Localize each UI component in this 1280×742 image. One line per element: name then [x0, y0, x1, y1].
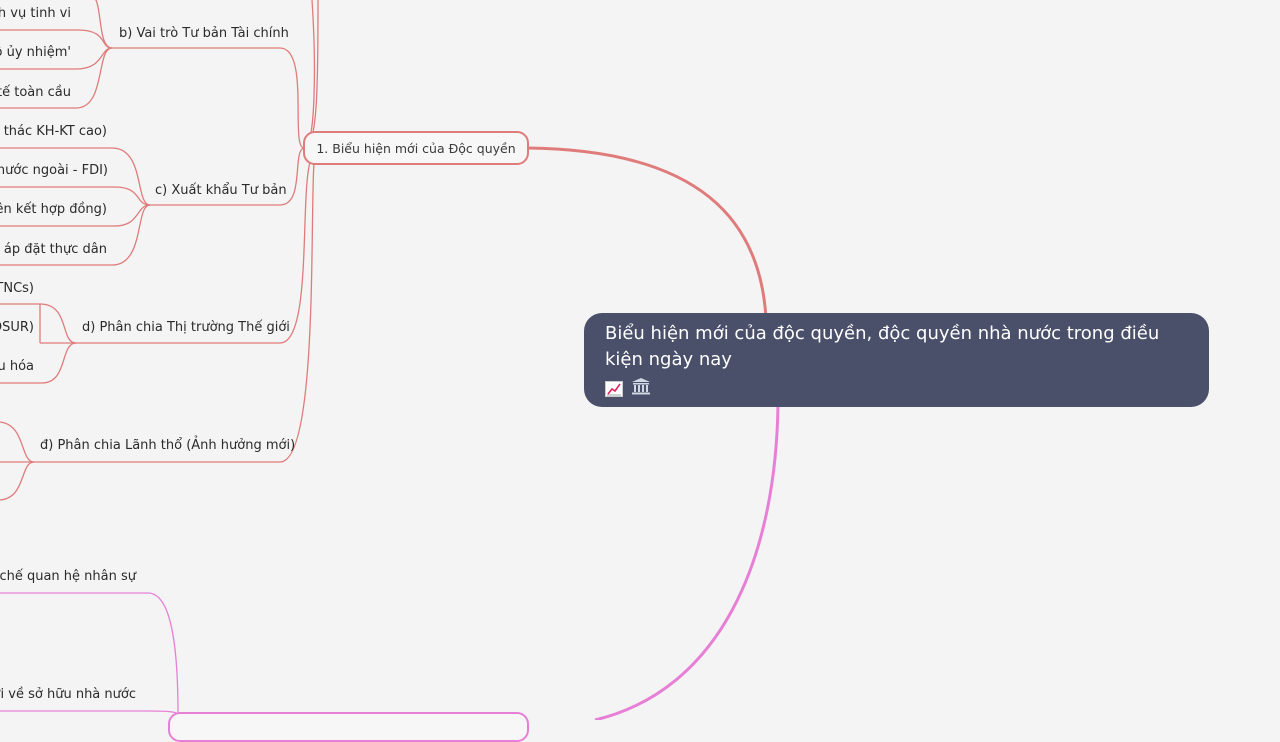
branch2-node[interactable]	[168, 712, 529, 742]
leaf-d-3[interactable]: u hóa	[0, 359, 34, 375]
leaf-c-1[interactable]: ai thác KH-KT cao)	[0, 124, 107, 140]
leaf-b-1[interactable]: ch vụ tinh vi	[0, 6, 71, 22]
connector-branch1-top	[303, 0, 316, 149]
connector-branch1-top2	[303, 0, 319, 149]
chart-increasing-icon	[605, 381, 623, 397]
subtopic-dd-label[interactable]: đ) Phân chia Lãnh thổ (Ảnh hưởng mới)	[40, 438, 295, 454]
root-title: Biểu hiện mới của độc quyền, độc quyền n…	[605, 323, 1160, 370]
subtopic-b-label[interactable]: b) Vai trò Tư bản Tài chính	[119, 26, 289, 42]
leaf-c-3[interactable]: liên kết hợp đồng)	[0, 202, 107, 218]
subtopic-c-label[interactable]: c) Xuất khẩu Tư bản	[155, 183, 287, 199]
root-icons	[605, 377, 1189, 401]
leaf-d-2[interactable]: OSUR)	[0, 320, 34, 336]
branch1-node[interactable]: 1. Biểu hiện mới của Độc quyền	[303, 131, 529, 165]
leaf-d-1[interactable]: TNCs)	[0, 281, 34, 297]
leaf-b-3[interactable]: tế toàn cầu	[0, 85, 71, 101]
connector-b	[112, 47, 305, 149]
connector-root-branch1	[527, 146, 768, 319]
connector-branch2-leaf2	[0, 710, 179, 715]
leaf-c-4[interactable]: hế áp đặt thực dân	[0, 242, 107, 258]
leaf-c-2[interactable]: o nước ngoài - FDI)	[0, 163, 108, 179]
root-topic-node[interactable]: Biểu hiện mới của độc quyền, độc quyền n…	[584, 313, 1209, 407]
classical-building-icon	[631, 377, 651, 401]
leaf-branch2-1[interactable]: cơ chế quan hệ nhân sự	[0, 569, 136, 585]
subtopic-d-label[interactable]: d) Phân chia Thị trường Thế giới	[82, 320, 290, 336]
leaf-b-2[interactable]: độ ủy nhiệm'	[0, 45, 71, 61]
connector-root-branch2	[594, 403, 780, 720]
branch1-title: 1. Biểu hiện mới của Độc quyền	[316, 140, 516, 156]
leaf-branch2-2[interactable]: mới về sở hữu nhà nước	[0, 687, 136, 703]
